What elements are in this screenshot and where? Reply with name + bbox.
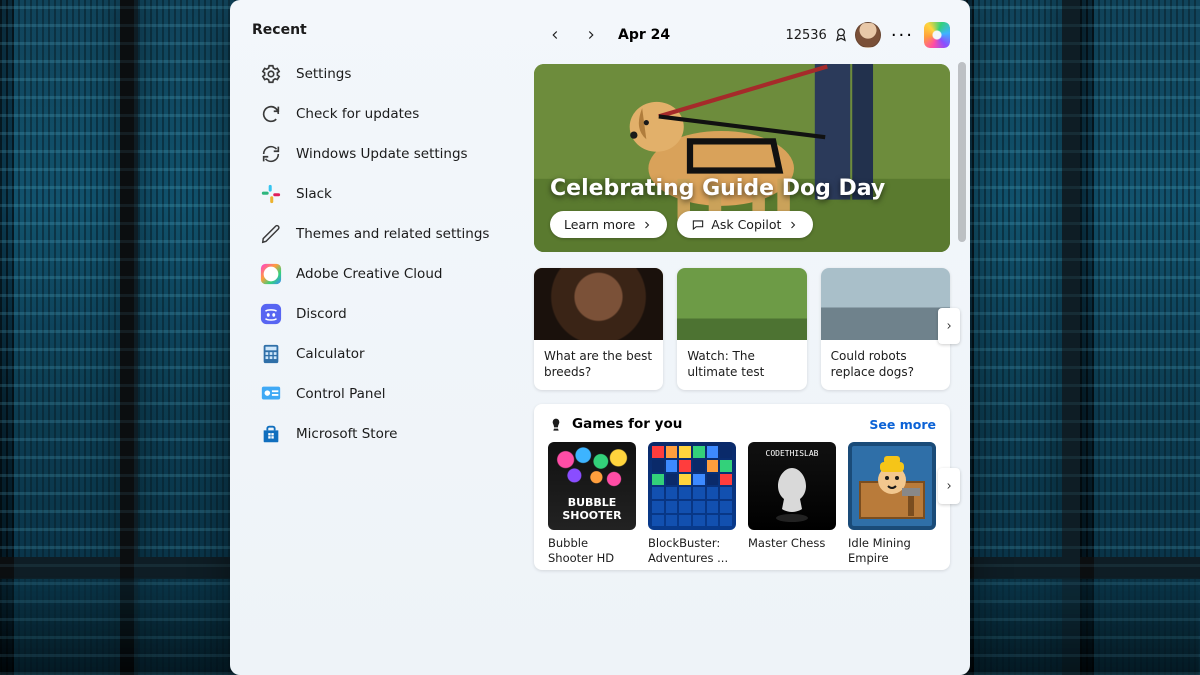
feed-topbar: Apr 24 12536 ··· [534,20,950,50]
games-heading-label: Games for you [572,416,682,432]
recent-item-label: Windows Update settings [296,146,468,162]
pen-icon [260,223,282,245]
recent-item-windows-update[interactable]: Windows Update settings [252,134,522,174]
article-thumbnail [534,268,663,340]
hero-learn-more-button[interactable]: Learn more [550,211,667,238]
article-title: What are the best breeds? [534,340,663,390]
game-name: BlockBuster: Adventures ... [648,536,736,566]
more-button[interactable]: ··· [887,25,918,46]
article-cards-row: What are the best breeds? Watch: The ult… [534,268,950,390]
adobe-cc-icon [260,263,282,285]
game-tile: BUBBLESHOOTER [548,442,636,530]
recent-section: Recent Settings Check for updates Window… [230,0,530,675]
chat-icon [691,218,705,232]
article-title: Watch: The ultimate test [677,340,806,390]
article-card[interactable]: Could robots replace dogs? [821,268,950,390]
hero-title: Celebrating Guide Dog Day [550,176,934,201]
feed-section: Apr 24 12536 ··· [530,0,970,675]
game-card[interactable]: BUBBLESHOOTER Bubble Shooter HD [548,442,636,566]
recent-item-discord[interactable]: Discord [252,294,522,334]
microsoft-store-icon [260,423,282,445]
recent-item-label: Calculator [296,346,365,362]
recent-item-microsoft-store[interactable]: Microsoft Store [252,414,522,454]
hero-ask-copilot-button[interactable]: Ask Copilot [677,211,813,238]
gear-icon [260,63,282,85]
rewards-medal-icon [833,27,849,43]
recent-item-themes[interactable]: Themes and related settings [252,214,522,254]
refresh-icon [260,103,282,125]
games-heading: Games for you [548,416,682,432]
copilot-logo-icon[interactable] [924,22,950,48]
article-thumbnail [821,268,950,340]
article-title: Could robots replace dogs? [821,340,950,390]
recent-item-label: Discord [296,306,347,322]
game-card[interactable]: CODETHISLAB Master Chess [748,442,836,566]
game-card[interactable]: Idle Mining Empire [848,442,936,566]
discord-icon [260,303,282,325]
hero-ask-copilot-label: Ask Copilot [711,217,781,232]
recent-item-control-panel[interactable]: Control Panel [252,374,522,414]
nav-forward-button[interactable] [576,20,606,50]
hero-card[interactable]: Celebrating Guide Dog Day Learn more Ask… [534,64,950,252]
recent-item-adobe-cc[interactable]: Adobe Creative Cloud [252,254,522,294]
chess-piece-icon [548,416,564,432]
games-see-more-link[interactable]: See more [869,417,936,432]
recent-item-label: Themes and related settings [296,226,489,242]
recent-item-calculator[interactable]: Calculator [252,334,522,374]
recent-item-label: Adobe Creative Cloud [296,266,442,282]
scrollbar-thumb[interactable] [958,62,966,242]
chevron-right-icon [787,219,799,231]
recent-item-slack[interactable]: Slack [252,174,522,214]
game-tile [848,442,936,530]
hero-learn-more-label: Learn more [564,217,635,232]
games-section: Games for you See more BUBBLESHOOTER Bub… [534,404,950,570]
recent-item-label: Control Panel [296,386,386,402]
control-panel-icon [260,383,282,405]
recent-item-check-updates[interactable]: Check for updates [252,94,522,134]
rewards-points[interactable]: 12536 [785,27,848,43]
calculator-icon [260,343,282,365]
recent-item-settings[interactable]: Settings [252,54,522,94]
recent-heading: Recent [252,22,522,38]
nav-back-button[interactable] [540,20,570,50]
game-name: Idle Mining Empire [848,536,936,566]
articles-next-button[interactable] [938,308,960,344]
refresh-icon [260,143,282,165]
slack-icon [260,183,282,205]
start-companion-panel: Recent Settings Check for updates Window… [230,0,970,675]
feed-date: Apr 24 [618,27,670,43]
recent-item-label: Slack [296,186,332,202]
article-card[interactable]: What are the best breeds? [534,268,663,390]
games-next-button[interactable] [938,468,960,504]
game-name: Bubble Shooter HD [548,536,636,566]
article-thumbnail [677,268,806,340]
recent-item-label: Microsoft Store [296,426,397,442]
game-tile [648,442,736,530]
user-avatar[interactable] [855,22,881,48]
article-card[interactable]: Watch: The ultimate test [677,268,806,390]
game-tile: CODETHISLAB [748,442,836,530]
rewards-points-value: 12536 [785,28,826,43]
game-name: Master Chess [748,536,836,566]
recent-item-label: Settings [296,66,351,82]
game-card[interactable]: BlockBuster: Adventures ... [648,442,736,566]
svg-text:CODETHISLAB: CODETHISLAB [766,449,819,458]
chevron-right-icon [641,219,653,231]
recent-item-label: Check for updates [296,106,419,122]
